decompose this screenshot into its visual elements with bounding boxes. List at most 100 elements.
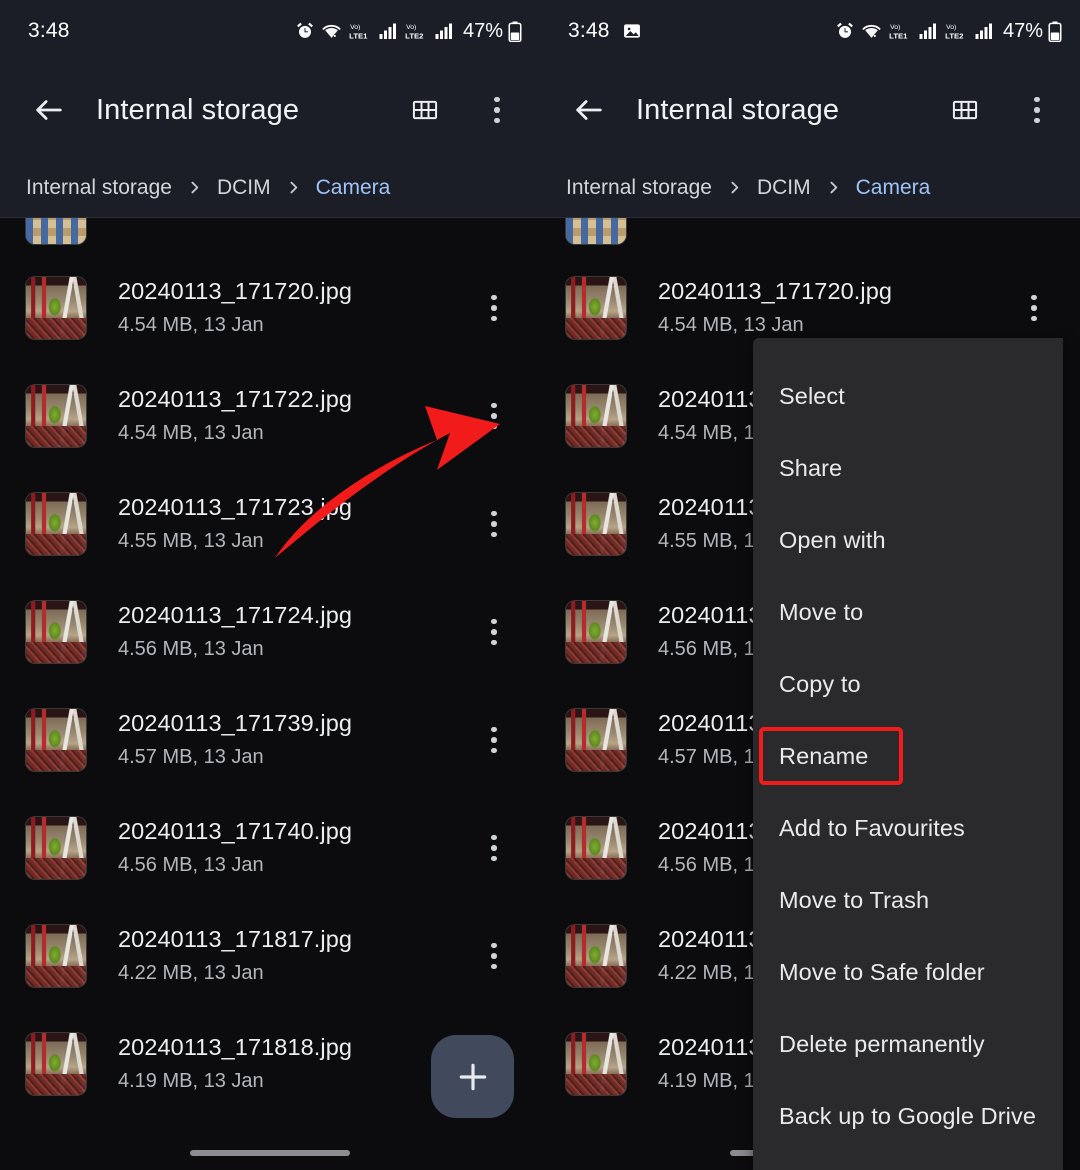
file-subtitle: 4.56 MB, 13 Jan bbox=[118, 852, 474, 879]
battery-icon bbox=[508, 21, 522, 42]
menu-item-select[interactable]: Select bbox=[753, 360, 1063, 432]
file-subtitle: 4.55 MB, 13 Jan bbox=[118, 528, 474, 555]
add-button[interactable] bbox=[431, 1035, 514, 1118]
more-vertical-icon bbox=[491, 403, 497, 430]
file-thumbnail bbox=[566, 925, 626, 987]
row-overflow-menu[interactable] bbox=[474, 820, 514, 876]
status-bar-right: 3:48 bbox=[540, 0, 1080, 62]
menu-item-back-up-to-google-drive[interactable]: Back up to Google Drive bbox=[753, 1080, 1063, 1152]
more-vertical-icon bbox=[491, 943, 497, 970]
page-title: Internal storage bbox=[96, 94, 299, 127]
back-button-right[interactable] bbox=[566, 87, 612, 133]
menu-item-move-to-trash[interactable]: Move to Trash bbox=[753, 864, 1063, 936]
file-thumbnail bbox=[26, 709, 86, 771]
file-thumbnail bbox=[566, 601, 626, 663]
status-icons: Vo) LTE1 Vo) LTE2 bbox=[295, 20, 522, 43]
file-subtitle: 4.54 MB, 13 Jan bbox=[118, 312, 474, 339]
menu-item-open-with[interactable]: Open with bbox=[753, 504, 1063, 576]
table-row[interactable]: 20240113_171739.jpg 4.57 MB, 13 Jan bbox=[0, 686, 540, 794]
menu-item-move-to-safe-folder[interactable]: Move to Safe folder bbox=[753, 936, 1063, 1008]
context-menu[interactable]: Select Share Open with Move to Copy to R… bbox=[753, 338, 1063, 1170]
table-row[interactable]: 20240113_171723.jpg 4.55 MB, 13 Jan bbox=[0, 470, 540, 578]
overflow-menu-button-right[interactable] bbox=[1016, 89, 1058, 131]
plus-icon bbox=[453, 1057, 493, 1097]
overflow-menu-button[interactable] bbox=[476, 89, 518, 131]
file-subtitle: 4.57 MB, 13 Jan bbox=[118, 744, 474, 771]
row-overflow-menu[interactable] bbox=[474, 604, 514, 660]
menu-item-delete-permanently[interactable]: Delete permanently bbox=[753, 1008, 1063, 1080]
volte-lte2-icon: Vo) LTE2 bbox=[944, 21, 970, 41]
file-thumbnail bbox=[566, 385, 626, 447]
signal-bars-icon bbox=[919, 21, 939, 41]
table-row[interactable]: 20240113_171740.jpg 4.56 MB, 13 Jan bbox=[0, 794, 540, 902]
status-time: 3:48 bbox=[28, 19, 70, 43]
svg-text:Vo): Vo) bbox=[350, 24, 360, 31]
chevron-right-icon bbox=[726, 179, 743, 196]
svg-text:Vo): Vo) bbox=[890, 24, 900, 31]
file-list[interactable]: 642 MB, 13 Jan 20240113_171720.jpg 4.54 … bbox=[0, 218, 540, 1170]
page-title-right: Internal storage bbox=[636, 94, 839, 127]
more-vertical-icon bbox=[494, 97, 500, 124]
file-subtitle: 4.56 MB, 13 Jan bbox=[118, 636, 474, 663]
file-meta: 20240113_171817.jpg 4.22 MB, 13 Jan bbox=[118, 925, 474, 986]
file-thumbnail bbox=[26, 601, 86, 663]
alarm-icon bbox=[835, 21, 855, 41]
menu-item-rename[interactable]: Rename bbox=[753, 720, 1063, 792]
row-overflow-menu[interactable] bbox=[474, 280, 514, 336]
file-thumbnail bbox=[566, 709, 626, 771]
menu-item-add-to-favourites[interactable]: Add to Favourites bbox=[753, 792, 1063, 864]
breadcrumb-item-0[interactable]: Internal storage bbox=[26, 176, 172, 200]
battery-icon bbox=[1048, 21, 1062, 42]
breadcrumb-item-1[interactable]: DCIM bbox=[757, 176, 811, 200]
file-meta: 20240113_171720.jpg 4.54 MB, 13 Jan bbox=[118, 277, 474, 338]
panel-left: 3:48 bbox=[0, 0, 540, 1170]
signal-bars-icon bbox=[379, 21, 399, 41]
svg-text:LTE2: LTE2 bbox=[945, 31, 963, 40]
breadcrumb-item-2[interactable]: Camera bbox=[316, 176, 391, 200]
breadcrumb-item-2[interactable]: Camera bbox=[856, 176, 931, 200]
breadcrumb-item-1[interactable]: DCIM bbox=[217, 176, 271, 200]
file-name: 20240113_171817.jpg bbox=[118, 925, 474, 954]
app-bar-right: Internal storage bbox=[540, 62, 1080, 158]
svg-text:LTE1: LTE1 bbox=[349, 31, 368, 40]
row-overflow-menu[interactable] bbox=[474, 928, 514, 984]
breadcrumb-item-0[interactable]: Internal storage bbox=[566, 176, 712, 200]
file-meta: 20240113_171740.jpg 4.56 MB, 13 Jan bbox=[118, 817, 474, 878]
row-overflow-menu[interactable] bbox=[474, 712, 514, 768]
gesture-handle[interactable] bbox=[190, 1150, 350, 1156]
table-row[interactable]: 642 MB, 13 Jan bbox=[0, 218, 540, 254]
more-vertical-icon bbox=[1031, 295, 1037, 322]
arrow-left-icon bbox=[32, 93, 66, 127]
breadcrumb-right: Internal storage DCIM Camera bbox=[540, 158, 1080, 218]
grid-view-button[interactable] bbox=[404, 89, 446, 131]
table-row[interactable]: 642 MB, 13 Jan bbox=[540, 218, 1080, 254]
grid-view-button-right[interactable] bbox=[944, 89, 986, 131]
chevron-right-icon bbox=[186, 179, 203, 196]
file-name: 20240113_171720.jpg bbox=[118, 277, 474, 306]
menu-item-share[interactable]: Share bbox=[753, 432, 1063, 504]
chevron-right-icon-2 bbox=[825, 179, 842, 196]
back-button[interactable] bbox=[26, 87, 72, 133]
file-meta: 20240113_171722.jpg 4.54 MB, 13 Jan bbox=[118, 385, 474, 446]
panel-right: 3:48 bbox=[540, 0, 1080, 1170]
row-overflow-menu[interactable] bbox=[474, 496, 514, 552]
menu-item-copy-to[interactable]: Copy to bbox=[753, 648, 1063, 720]
row-overflow-menu-active[interactable] bbox=[1014, 280, 1054, 336]
app-bar: Internal storage bbox=[0, 62, 540, 158]
table-row[interactable]: 20240113_171724.jpg 4.56 MB, 13 Jan bbox=[0, 578, 540, 686]
file-thumbnail bbox=[26, 277, 86, 339]
signal-bars-icon-2 bbox=[975, 21, 995, 41]
file-name: 20240113_171720.jpg bbox=[658, 277, 1014, 306]
menu-item-move-to[interactable]: Move to bbox=[753, 576, 1063, 648]
battery-percent-label: 47% bbox=[1003, 20, 1043, 43]
more-vertical-icon bbox=[491, 511, 497, 538]
table-row[interactable]: 20240113_171722.jpg 4.54 MB, 13 Jan bbox=[0, 362, 540, 470]
more-vertical-icon bbox=[491, 727, 497, 754]
table-row[interactable]: 20240113_171720.jpg 4.54 MB, 13 Jan bbox=[0, 254, 540, 362]
file-name: 20240113_171722.jpg bbox=[118, 385, 474, 414]
table-row[interactable]: 20240113_171817.jpg 4.22 MB, 13 Jan bbox=[0, 902, 540, 1010]
battery-percent-label: 47% bbox=[463, 20, 503, 43]
row-overflow-menu-target[interactable] bbox=[474, 388, 514, 444]
wifi-icon bbox=[860, 21, 883, 41]
file-meta: 20240113_171720.jpg 4.54 MB, 13 Jan bbox=[658, 277, 1014, 338]
